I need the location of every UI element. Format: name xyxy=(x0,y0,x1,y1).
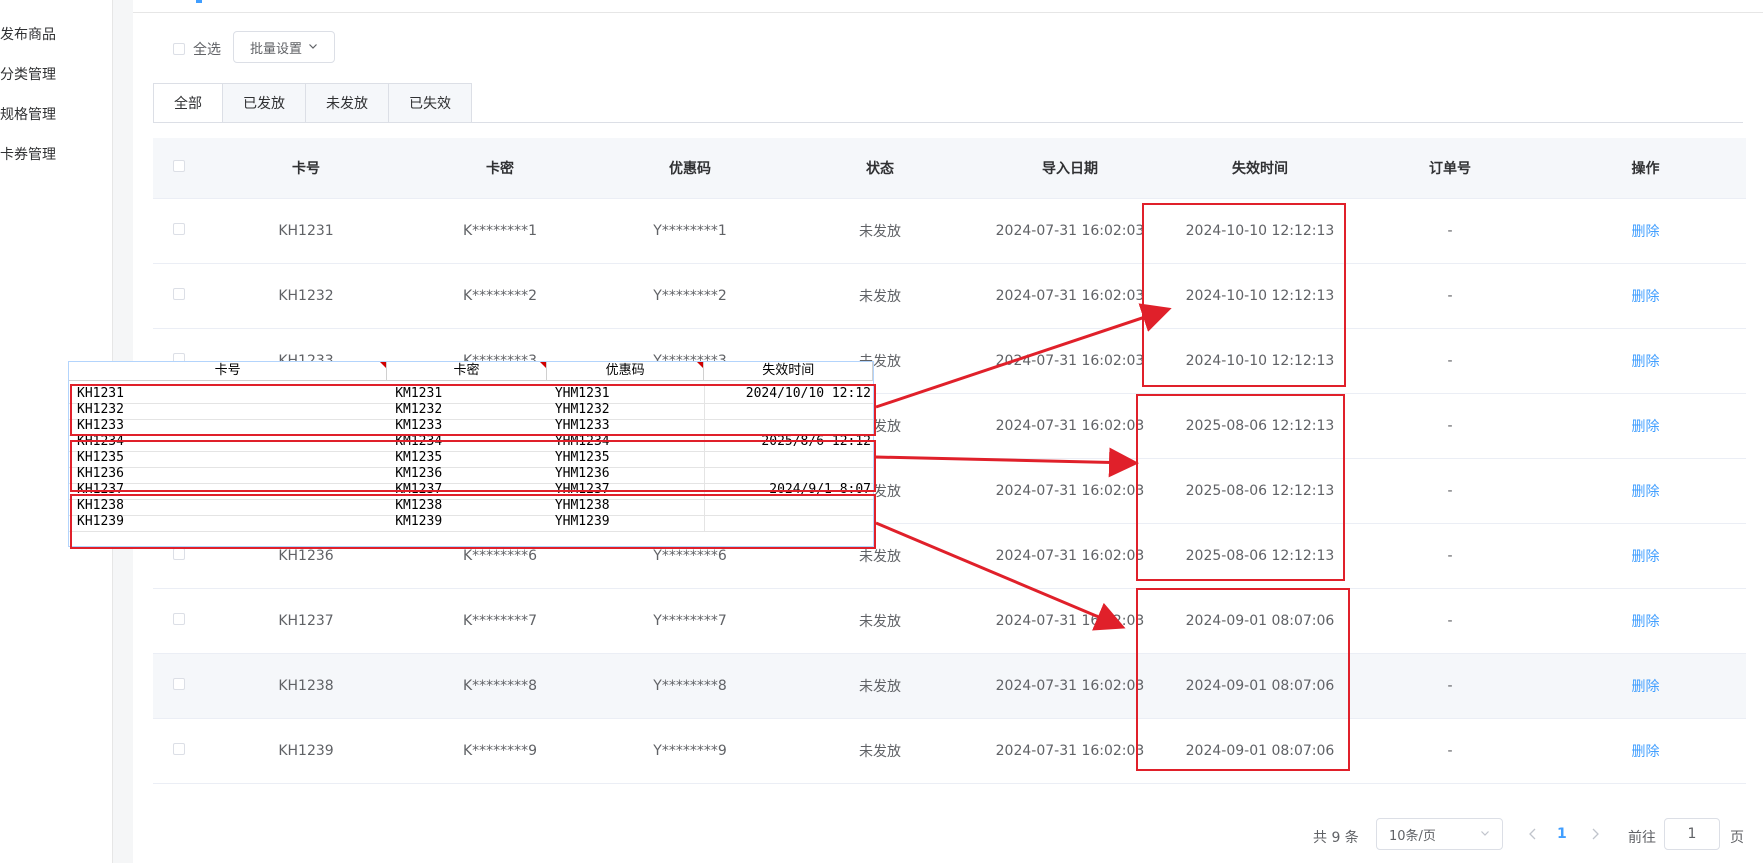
arrow-group-2 xyxy=(875,447,1139,478)
annotation-arrows xyxy=(875,303,1172,631)
arrow-group-1 xyxy=(875,303,1172,409)
arrow-group-3 xyxy=(875,521,1126,631)
